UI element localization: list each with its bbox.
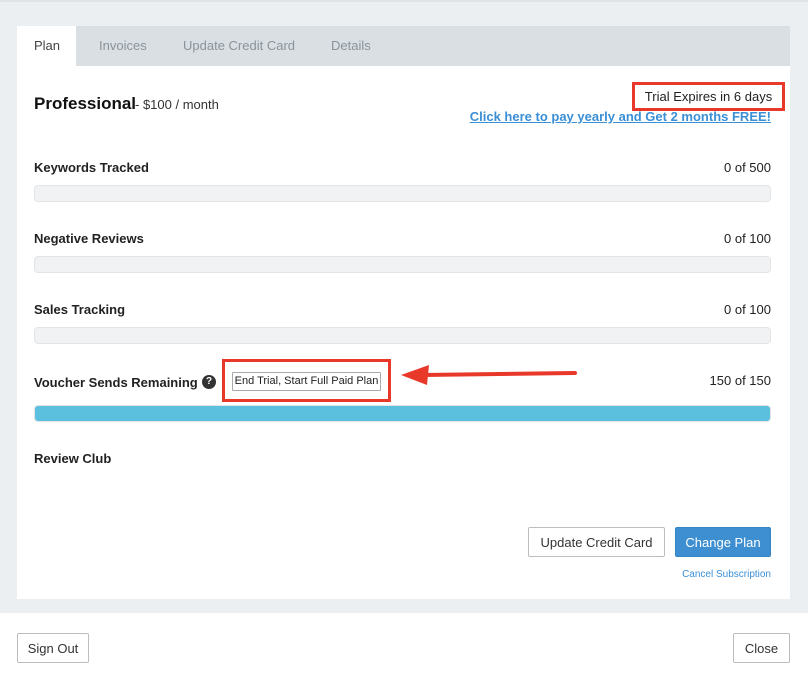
- negative-reviews-count: 0 of 100: [724, 231, 771, 246]
- plan-panel: Plan Invoices Update Credit Card Details…: [17, 26, 790, 599]
- keywords-tracked-progress: [34, 185, 771, 202]
- tab-bar: Plan Invoices Update Credit Card Details: [17, 26, 790, 66]
- help-icon[interactable]: ?: [202, 375, 216, 389]
- update-credit-card-button[interactable]: Update Credit Card: [528, 527, 665, 557]
- negative-reviews-label: Negative Reviews: [34, 231, 144, 246]
- keywords-tracked-label: Keywords Tracked: [34, 160, 149, 175]
- voucher-sends-progress: [34, 405, 771, 422]
- end-trial-button[interactable]: End Trial, Start Full Paid Plan: [232, 372, 381, 391]
- tab-update-credit-card[interactable]: Update Credit Card: [161, 26, 309, 66]
- negative-reviews-progress: [34, 256, 771, 273]
- plan-name: Professional: [34, 94, 137, 113]
- tab-details[interactable]: Details: [309, 26, 389, 66]
- sales-tracking-count: 0 of 100: [724, 302, 771, 317]
- modal-body: Plan Invoices Update Credit Card Details…: [0, 0, 808, 613]
- trial-expiry-notice: Trial Expires in 6 days: [632, 82, 785, 111]
- tab-plan[interactable]: Plan: [17, 26, 76, 66]
- plan-price: - $100 / month: [135, 97, 219, 112]
- voucher-sends-label: Voucher Sends Remaining: [34, 375, 198, 390]
- voucher-sends-count: 150 of 150: [709, 373, 771, 388]
- cancel-subscription-link[interactable]: Cancel Subscription: [682, 569, 771, 580]
- red-arrow-annotation: [401, 365, 577, 385]
- tab-invoices[interactable]: Invoices: [76, 26, 161, 66]
- sales-tracking-progress: [34, 327, 771, 344]
- sales-tracking-label: Sales Tracking: [34, 302, 126, 317]
- change-plan-button[interactable]: Change Plan: [675, 527, 771, 557]
- yearly-promo-link[interactable]: Click here to pay yearly and Get 2 month…: [470, 109, 771, 124]
- close-button[interactable]: Close: [733, 633, 790, 663]
- keywords-tracked-count: 0 of 500: [724, 160, 771, 175]
- review-club-label: Review Club: [34, 451, 112, 466]
- sign-out-button[interactable]: Sign Out: [17, 633, 89, 663]
- voucher-sends-progress-fill: [35, 406, 770, 421]
